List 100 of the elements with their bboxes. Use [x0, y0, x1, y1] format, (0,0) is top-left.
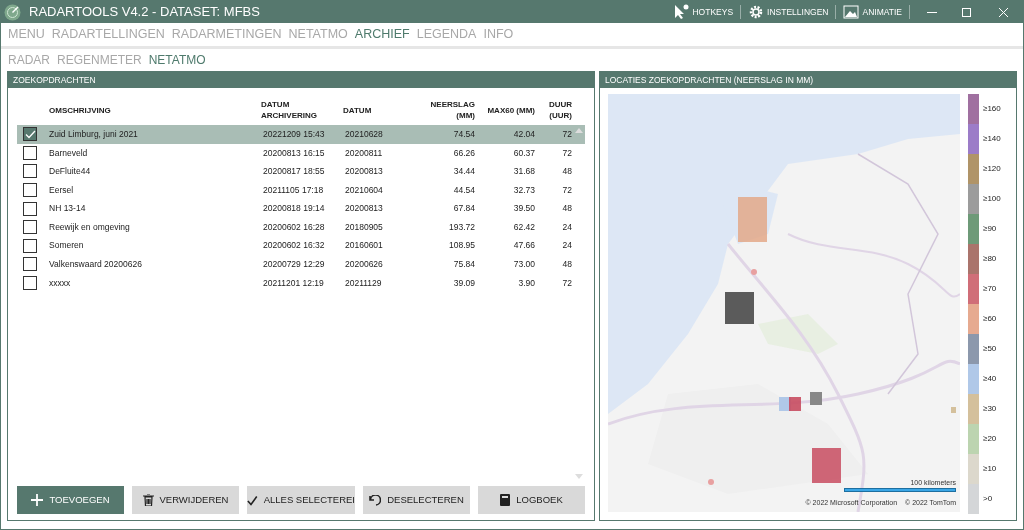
table-cell-text: 20200626	[344, 258, 384, 271]
cursor-icon	[673, 4, 690, 20]
close-icon[interactable]	[998, 7, 1008, 17]
plus-icon	[31, 494, 44, 506]
column-header: NEERSLAG (MM)	[429, 99, 475, 121]
table-cell-text: 24	[561, 239, 572, 253]
legend-label: ≥10	[983, 463, 997, 475]
table-cell-text: 48	[561, 165, 572, 178]
checkbox[interactable]	[23, 220, 37, 235]
toolbar-button[interactable]: HOTKEYS	[671, 4, 736, 20]
checkbox[interactable]	[23, 164, 37, 179]
minimize-icon[interactable]	[927, 11, 937, 13]
table-cell-text: 20210604	[344, 183, 384, 197]
table-cell-text: 20200811	[344, 146, 384, 160]
table-cell-text: 62.42	[512, 220, 535, 234]
legend-label: ≥30	[983, 403, 997, 415]
checkbox[interactable]	[23, 276, 37, 291]
table-cell-text: 39.50	[512, 202, 535, 216]
image-icon	[843, 4, 860, 20]
table-cell-text: 3.90	[517, 276, 535, 290]
legend-label: ≥160	[983, 103, 1001, 115]
book-icon	[500, 494, 511, 506]
table-cell-text: DeFluite44	[48, 165, 92, 178]
table-cell-text: 75.84	[452, 258, 475, 271]
legend-label: ≥50	[983, 343, 997, 355]
action-button[interactable]: TOEVOEGEN	[17, 486, 124, 514]
table-cell-text: Barneveld	[48, 146, 89, 160]
column-header: DATUM	[343, 104, 373, 116]
table-cell-text: Zuid Limburg, juni 2021	[48, 127, 139, 141]
table-cell-text: 20200602 16:28	[262, 220, 326, 234]
table-cell-text: 48	[561, 258, 572, 271]
table-cell-text: 34.44	[452, 165, 475, 178]
checkbox[interactable]	[23, 257, 37, 272]
table-cell-text: 20211129	[344, 276, 383, 290]
column-header: DUUR (UUR)	[547, 99, 572, 121]
table-cell-text: 42.04	[512, 127, 535, 141]
table-cell-text: 20200818 19:14	[262, 202, 326, 216]
checkbox[interactable]	[23, 201, 37, 216]
table-cell-text: 39.09	[452, 276, 475, 290]
table-cell-text: 108.95	[448, 239, 475, 253]
checkbox[interactable]	[23, 183, 37, 198]
table-cell-text: 20200813	[344, 165, 384, 178]
legend-label: ≥140	[983, 133, 1001, 145]
checkmark-icon	[247, 494, 258, 506]
action-button[interactable]: ALLES SELECTEREI	[247, 486, 355, 514]
maximize-icon[interactable]	[961, 7, 971, 17]
table-cell-text: 72	[561, 183, 572, 197]
column-header: MAX60 (MM)	[486, 104, 535, 116]
toolbar-button[interactable]: ANIMATIE	[841, 4, 904, 20]
window-title: RADARTOOLS V4.2 - DATASET: MFBS	[29, 3, 260, 22]
table-cell-text: 44.54	[452, 183, 475, 197]
radar-icon	[4, 3, 21, 21]
table-cell-text: 60.37	[512, 146, 535, 160]
checkbox[interactable]	[23, 127, 37, 142]
table-cell-text: 47.66	[512, 239, 535, 253]
table-cell-text: Reewijk en omgeving	[48, 220, 131, 234]
table-cell-text: xxxxx	[48, 276, 72, 290]
table-cell-text: 72	[561, 146, 572, 160]
settings-icon	[748, 4, 765, 20]
table-cell-text: 72	[561, 276, 572, 290]
legend-label: ≥40	[983, 373, 997, 385]
table-cell-text: 20211105 17:18	[262, 183, 325, 197]
table-cell-text: 20200813 16:15	[262, 146, 326, 160]
table-cell-text: 24	[561, 220, 572, 234]
table-cell-text: Someren	[48, 239, 85, 253]
table-row[interactable]: Zuid Limburg, juni 2021 20221209 15:43 20210628 74.54 42.04 72	[17, 125, 585, 144]
table-cell-text: 20211201 12:19	[262, 276, 325, 290]
toolbar-button[interactable]: INSTELLINGEN	[746, 4, 831, 20]
action-button[interactable]: VERWIJDEREN	[132, 486, 239, 514]
table-cell-text: 67.84	[452, 202, 475, 216]
sub-tab[interactable]: NETATMO	[148, 51, 206, 69]
legend-label: >0	[983, 493, 993, 505]
legend-label: ≥80	[983, 253, 997, 265]
table-cell-text: 193.72	[448, 220, 475, 234]
table-cell-text: 66.26	[452, 146, 475, 160]
table-cell-text: 20200817 18:55	[262, 165, 326, 178]
panel-header: ZOEKOPDRACHTEN	[8, 72, 594, 88]
table-cell-text: 20221209 15:43	[262, 127, 326, 141]
action-button[interactable]: DESELECTEREN	[363, 486, 470, 514]
table-cell-text: 72	[561, 127, 572, 141]
legend-label: ≥100	[983, 193, 1001, 205]
column-header: OMSCHRIJVING	[48, 104, 112, 116]
table-cell-text: 48	[561, 202, 572, 216]
table-cell-text: 20160601	[344, 239, 384, 253]
table-cell-text: 32.73	[512, 183, 535, 197]
checkbox[interactable]	[23, 145, 37, 160]
table-cell-text: 20180905	[344, 220, 384, 234]
menu-tab[interactable]: ARCHIEF	[354, 25, 410, 44]
table-cell-text: 31.68	[512, 165, 535, 178]
table-cell-text: Eersel	[48, 183, 75, 197]
table-cell-text: NH 13-14	[48, 202, 87, 216]
checkbox[interactable]	[23, 238, 37, 253]
legend-label: ≥120	[983, 163, 1001, 175]
table-cell-text: Valkenswaard 20200626	[48, 258, 143, 271]
action-button[interactable]: LOGBOEK	[478, 486, 585, 514]
legend-label: ≥60	[983, 313, 997, 325]
trash-icon	[142, 494, 154, 506]
table-cell-text: 20200602 16:32	[262, 239, 326, 253]
table-cell-text: 73.00	[512, 258, 535, 271]
table-cell-text: 74.54	[452, 127, 475, 141]
